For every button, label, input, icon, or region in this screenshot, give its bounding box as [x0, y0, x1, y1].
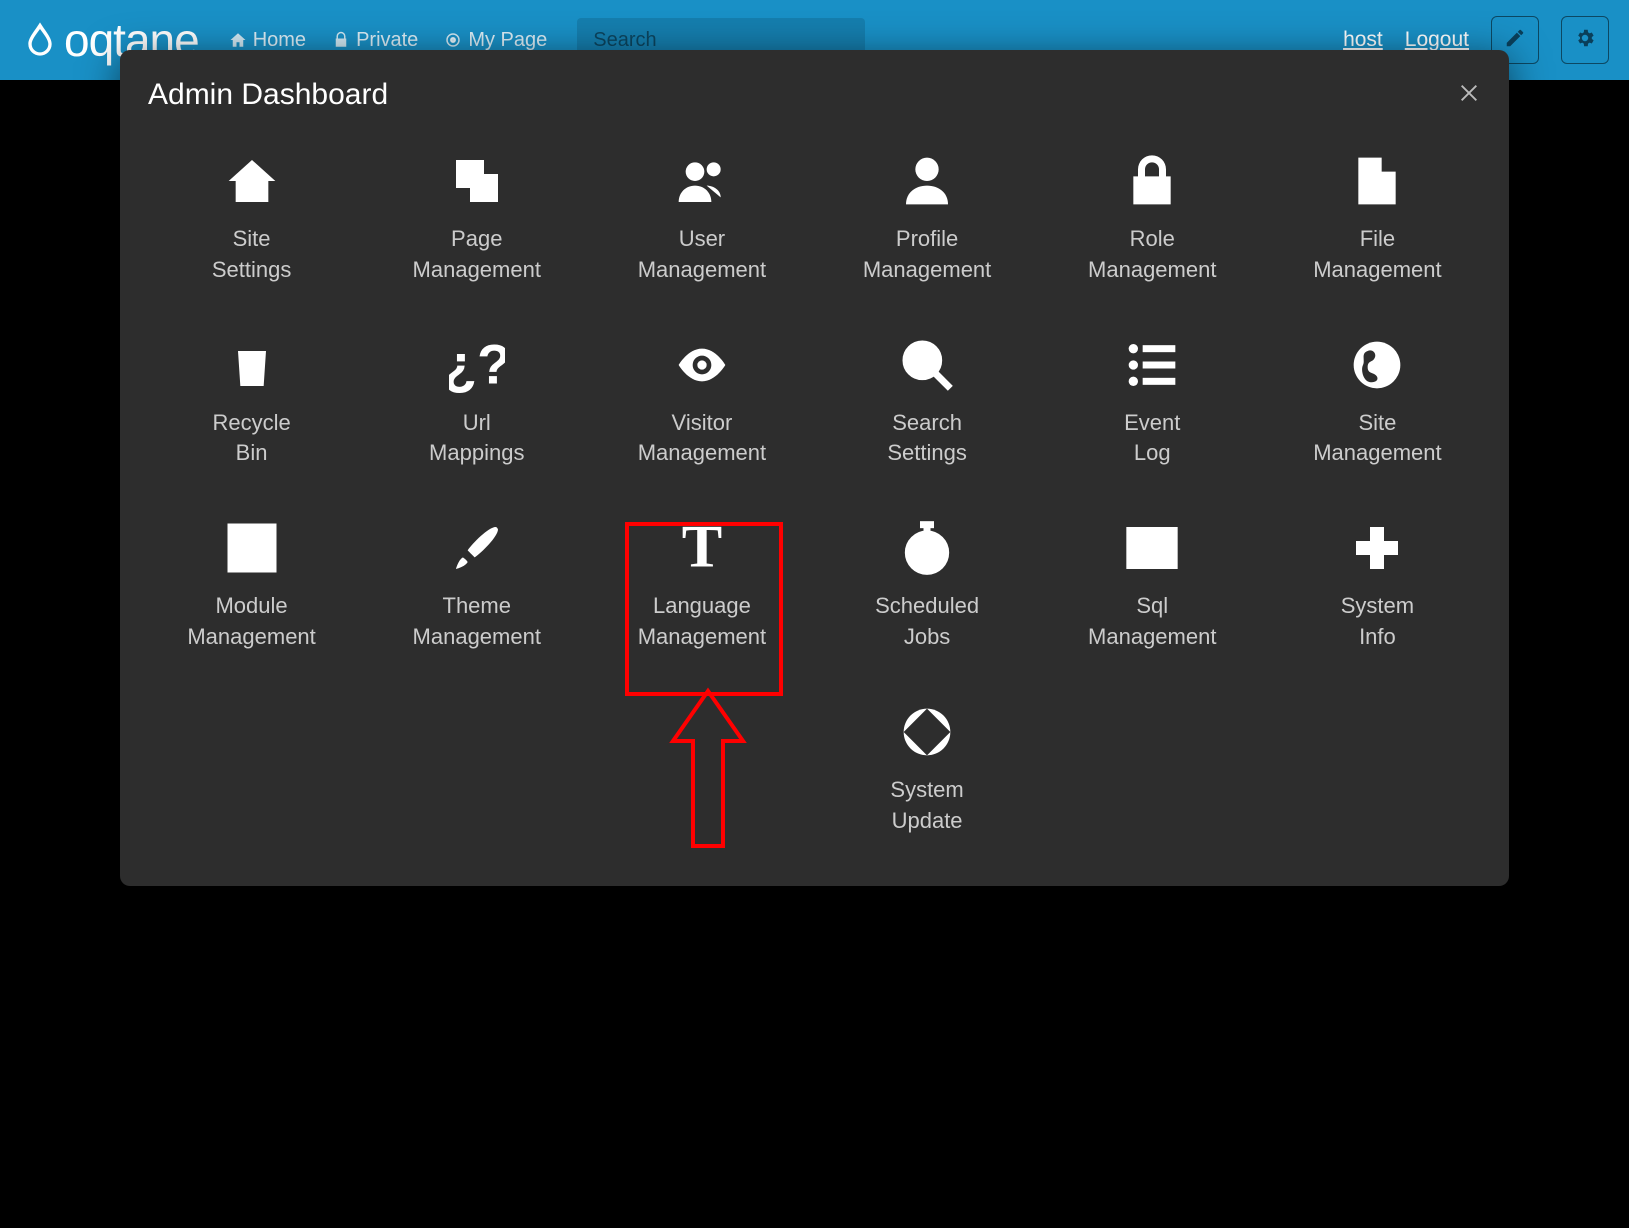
- nav-private-label: Private: [356, 29, 418, 52]
- tile-file-management[interactable]: File Management: [1274, 142, 1481, 296]
- tile-event-log[interactable]: Event Log: [1049, 326, 1256, 480]
- close-icon: [1458, 82, 1480, 109]
- pages-icon: [448, 152, 506, 210]
- tile-site-management[interactable]: Site Management: [1274, 326, 1481, 480]
- question-icon: ¿?: [448, 336, 506, 394]
- tile-sql-management[interactable]: Sql Management: [1049, 509, 1256, 663]
- nav-home-label: Home: [253, 29, 306, 52]
- svg-text:T: T: [682, 520, 722, 576]
- search-input[interactable]: [591, 28, 860, 53]
- tile-label: System Update: [890, 775, 963, 837]
- tile-url-mappings[interactable]: ¿? Url Mappings: [373, 326, 580, 480]
- font-icon: T: [673, 519, 731, 577]
- tile-label: Site Management: [1313, 408, 1441, 470]
- tile-language-management[interactable]: T Language Management: [598, 509, 805, 663]
- trash-icon: [223, 336, 281, 394]
- tile-label: Search Settings: [887, 408, 967, 470]
- table-icon: [1123, 519, 1181, 577]
- window-icon: [223, 519, 281, 577]
- tile-label: File Management: [1313, 224, 1441, 286]
- eye-icon: [673, 336, 731, 394]
- tile-recycle-bin[interactable]: Recycle Bin: [148, 326, 355, 480]
- pencil-icon: [1504, 27, 1526, 54]
- modal-header: Admin Dashboard: [148, 78, 1481, 112]
- tile-role-management[interactable]: Role Management: [1049, 142, 1256, 296]
- tile-profile-management[interactable]: Profile Management: [824, 142, 1031, 296]
- main-nav: Home Private My Page: [229, 29, 548, 52]
- nav-mypage[interactable]: My Page: [444, 29, 547, 52]
- tile-label: System Info: [1341, 591, 1414, 653]
- plus-icon: [1348, 519, 1406, 577]
- users-icon: [673, 152, 731, 210]
- admin-dashboard-modal: Admin Dashboard Site Settings Page Manag…: [120, 50, 1509, 886]
- lock-icon: [1123, 152, 1181, 210]
- tile-label: Theme Management: [413, 591, 541, 653]
- stopwatch-icon: [898, 519, 956, 577]
- tile-theme-management[interactable]: Theme Management: [373, 509, 580, 663]
- modal-title: Admin Dashboard: [148, 78, 388, 112]
- tile-label: Sql Management: [1088, 591, 1216, 653]
- brush-icon: [448, 519, 506, 577]
- tile-visitor-management[interactable]: Visitor Management: [598, 326, 805, 480]
- search-icon: [898, 336, 956, 394]
- tile-system-info[interactable]: System Info: [1274, 509, 1481, 663]
- tile-search-settings[interactable]: Search Settings: [824, 326, 1031, 480]
- tile-user-management[interactable]: User Management: [598, 142, 805, 296]
- tile-label: User Management: [638, 224, 766, 286]
- list-icon: [1123, 336, 1181, 394]
- tile-label: Scheduled Jobs: [875, 591, 979, 653]
- tile-label: Recycle Bin: [212, 408, 290, 470]
- home-icon: [229, 31, 247, 49]
- tile-label: Role Management: [1088, 224, 1216, 286]
- home-icon: [223, 152, 281, 210]
- settings-button[interactable]: [1561, 16, 1609, 64]
- nav-home[interactable]: Home: [229, 29, 306, 52]
- tile-label: Module Management: [187, 591, 315, 653]
- tile-scheduled-jobs[interactable]: Scheduled Jobs: [824, 509, 1031, 663]
- tile-label: Url Mappings: [429, 408, 524, 470]
- lock-icon: [332, 31, 350, 49]
- user-link[interactable]: host: [1343, 28, 1383, 52]
- tile-system-update[interactable]: System Update: [824, 693, 1031, 847]
- tile-label: Profile Management: [863, 224, 991, 286]
- logo-drop-icon: [20, 16, 60, 64]
- dashboard-grid-last-row: System Update: [148, 693, 1481, 847]
- dashboard-grid: Site Settings Page Management User Manag…: [148, 142, 1481, 663]
- profile-icon: [898, 152, 956, 210]
- nav-private[interactable]: Private: [332, 29, 418, 52]
- nav-mypage-label: My Page: [468, 29, 547, 52]
- globe-icon: [1348, 336, 1406, 394]
- file-icon: [1348, 152, 1406, 210]
- tile-label: Language Management: [638, 591, 766, 653]
- target-icon: [444, 31, 462, 49]
- tile-site-settings[interactable]: Site Settings: [148, 142, 355, 296]
- aperture-icon: [898, 703, 956, 761]
- close-button[interactable]: [1457, 83, 1481, 107]
- gear-icon: [1574, 27, 1596, 54]
- tile-module-management[interactable]: Module Management: [148, 509, 355, 663]
- logout-link[interactable]: Logout: [1405, 28, 1469, 52]
- tile-label: Visitor Management: [638, 408, 766, 470]
- tile-label: Event Log: [1124, 408, 1180, 470]
- tile-label: Site Settings: [212, 224, 292, 286]
- tile-label: Page Management: [413, 224, 541, 286]
- tile-page-management[interactable]: Page Management: [373, 142, 580, 296]
- svg-text:¿?: ¿?: [449, 337, 505, 393]
